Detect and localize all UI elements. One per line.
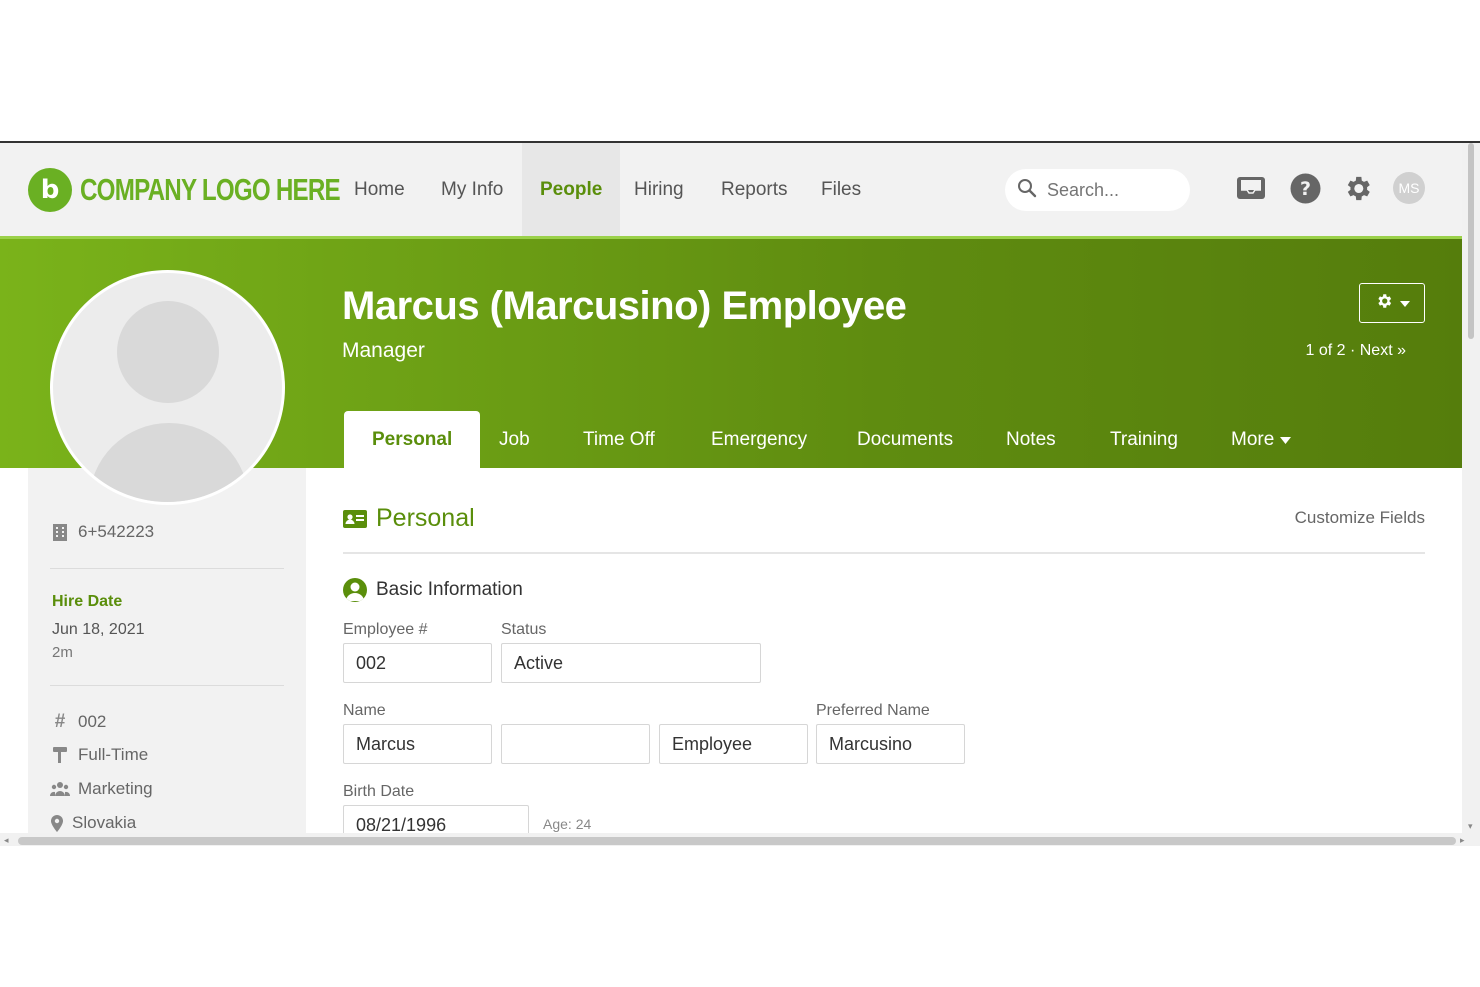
next-employee-link[interactable]: Next » [1360,342,1406,359]
logo-text: COMPANY LOGO HERE [80,172,341,207]
employee-number-field[interactable]: 002 [343,643,492,683]
employee-name: Marcus (Marcusino) Employee [342,284,907,328]
middle-name-field[interactable] [501,724,650,764]
hire-duration: 2m [52,644,73,661]
first-name-field[interactable]: Marcus [343,724,492,764]
horizontal-scrollbar[interactable]: ◂ ▸ [0,833,1480,846]
nav-home[interactable]: Home [354,143,405,236]
gear-icon [1375,292,1393,315]
hire-date-label: Hire Date [52,593,123,610]
section-title: Personal [343,504,475,533]
caret-down-icon [1399,294,1410,312]
hire-date-value: Jun 18, 2021 [52,621,145,638]
tab-job[interactable]: Job [499,411,530,469]
horizontal-scroll-thumb[interactable] [18,837,1456,845]
people-group-icon [50,781,70,797]
user-circle-icon [343,578,367,602]
caret-down-icon [1280,436,1292,444]
tab-training[interactable]: Training [1110,411,1178,469]
settings-gear-icon[interactable] [1341,172,1373,204]
avatar-body-shape [89,423,249,502]
search-input[interactable] [1047,179,1177,201]
section-divider [343,552,1425,554]
hash-icon: # [54,711,66,732]
search-box[interactable] [1005,169,1190,211]
id-card-icon [343,509,367,528]
name-label: Name [343,702,386,719]
sidebar-employee-number: # 002 [50,711,107,733]
nav-people[interactable]: People [522,143,621,236]
employee-title: Manager [342,339,425,362]
last-name-field[interactable]: Employee [659,724,808,764]
tab-more[interactable]: More [1231,411,1292,469]
help-icon[interactable]: ? [1289,172,1321,204]
user-avatar[interactable]: MS [1393,172,1425,204]
customize-fields-link[interactable]: Customize Fields [1295,508,1425,528]
profile-actions-button[interactable] [1359,283,1425,323]
preferred-name-field[interactable]: Marcusino [816,724,965,764]
sidebar-phone: 6+542223 [50,522,154,542]
birth-date-label: Birth Date [343,783,415,800]
scroll-left-arrow-icon[interactable]: ◂ [4,835,9,846]
avatar-head-shape [117,301,219,403]
logo-badge-icon: b [28,168,72,212]
search-icon [1017,178,1037,203]
profile-photo-placeholder[interactable] [50,270,285,505]
location-pin-icon [50,814,64,832]
phone-text: 6+542223 [78,522,155,541]
nav-reports[interactable]: Reports [721,143,788,236]
tab-emergency[interactable]: Emergency [711,411,807,469]
tab-time-off[interactable]: Time Off [583,411,655,469]
sidebar-department: Marketing [50,779,153,799]
main-content: Personal Customize Fields Basic Informat… [343,468,1425,846]
app-frame: b COMPANY LOGO HERE Home My Info People … [0,141,1480,846]
sidebar-employment-type: Full-Time [50,745,148,765]
subsection-title: Basic Information [343,578,523,602]
building-icon [50,523,70,541]
tab-more-label: More [1231,429,1275,450]
sidebar-divider [50,685,284,686]
preferred-name-label: Preferred Name [816,702,930,719]
pager-count: 1 of 2 [1305,342,1346,359]
inbox-icon[interactable] [1235,172,1267,204]
nav-files[interactable]: Files [821,143,861,236]
scroll-down-arrow-icon[interactable]: ▾ [1468,821,1473,832]
scroll-right-arrow-icon[interactable]: ▸ [1460,835,1465,846]
user-initials: MS [1393,172,1425,204]
vertical-scrollbar[interactable]: ▾ [1462,143,1480,833]
status-field[interactable]: Active [501,643,761,683]
age-text: Age: 24 [543,816,592,832]
paint-roller-icon [50,746,70,764]
employee-number-label: Employee # [343,621,428,638]
employee-pager: 1 of 2 · Next » [1305,342,1406,359]
status-label: Status [501,621,547,638]
vertical-scroll-thumb[interactable] [1468,143,1474,339]
tab-notes[interactable]: Notes [1006,411,1056,469]
svg-text:?: ? [1299,178,1310,200]
tab-personal[interactable]: Personal [344,411,481,469]
nav-hiring[interactable]: Hiring [634,143,684,236]
top-navigation: b COMPANY LOGO HERE Home My Info People … [0,143,1462,236]
sidebar-divider [50,568,284,569]
profile-sidebar: 6+542223 Hire Date Jun 18, 2021 2m # 002… [28,468,306,846]
tab-documents[interactable]: Documents [857,411,953,469]
sidebar-location: Slovakia [50,813,136,833]
nav-my-info[interactable]: My Info [441,143,503,236]
